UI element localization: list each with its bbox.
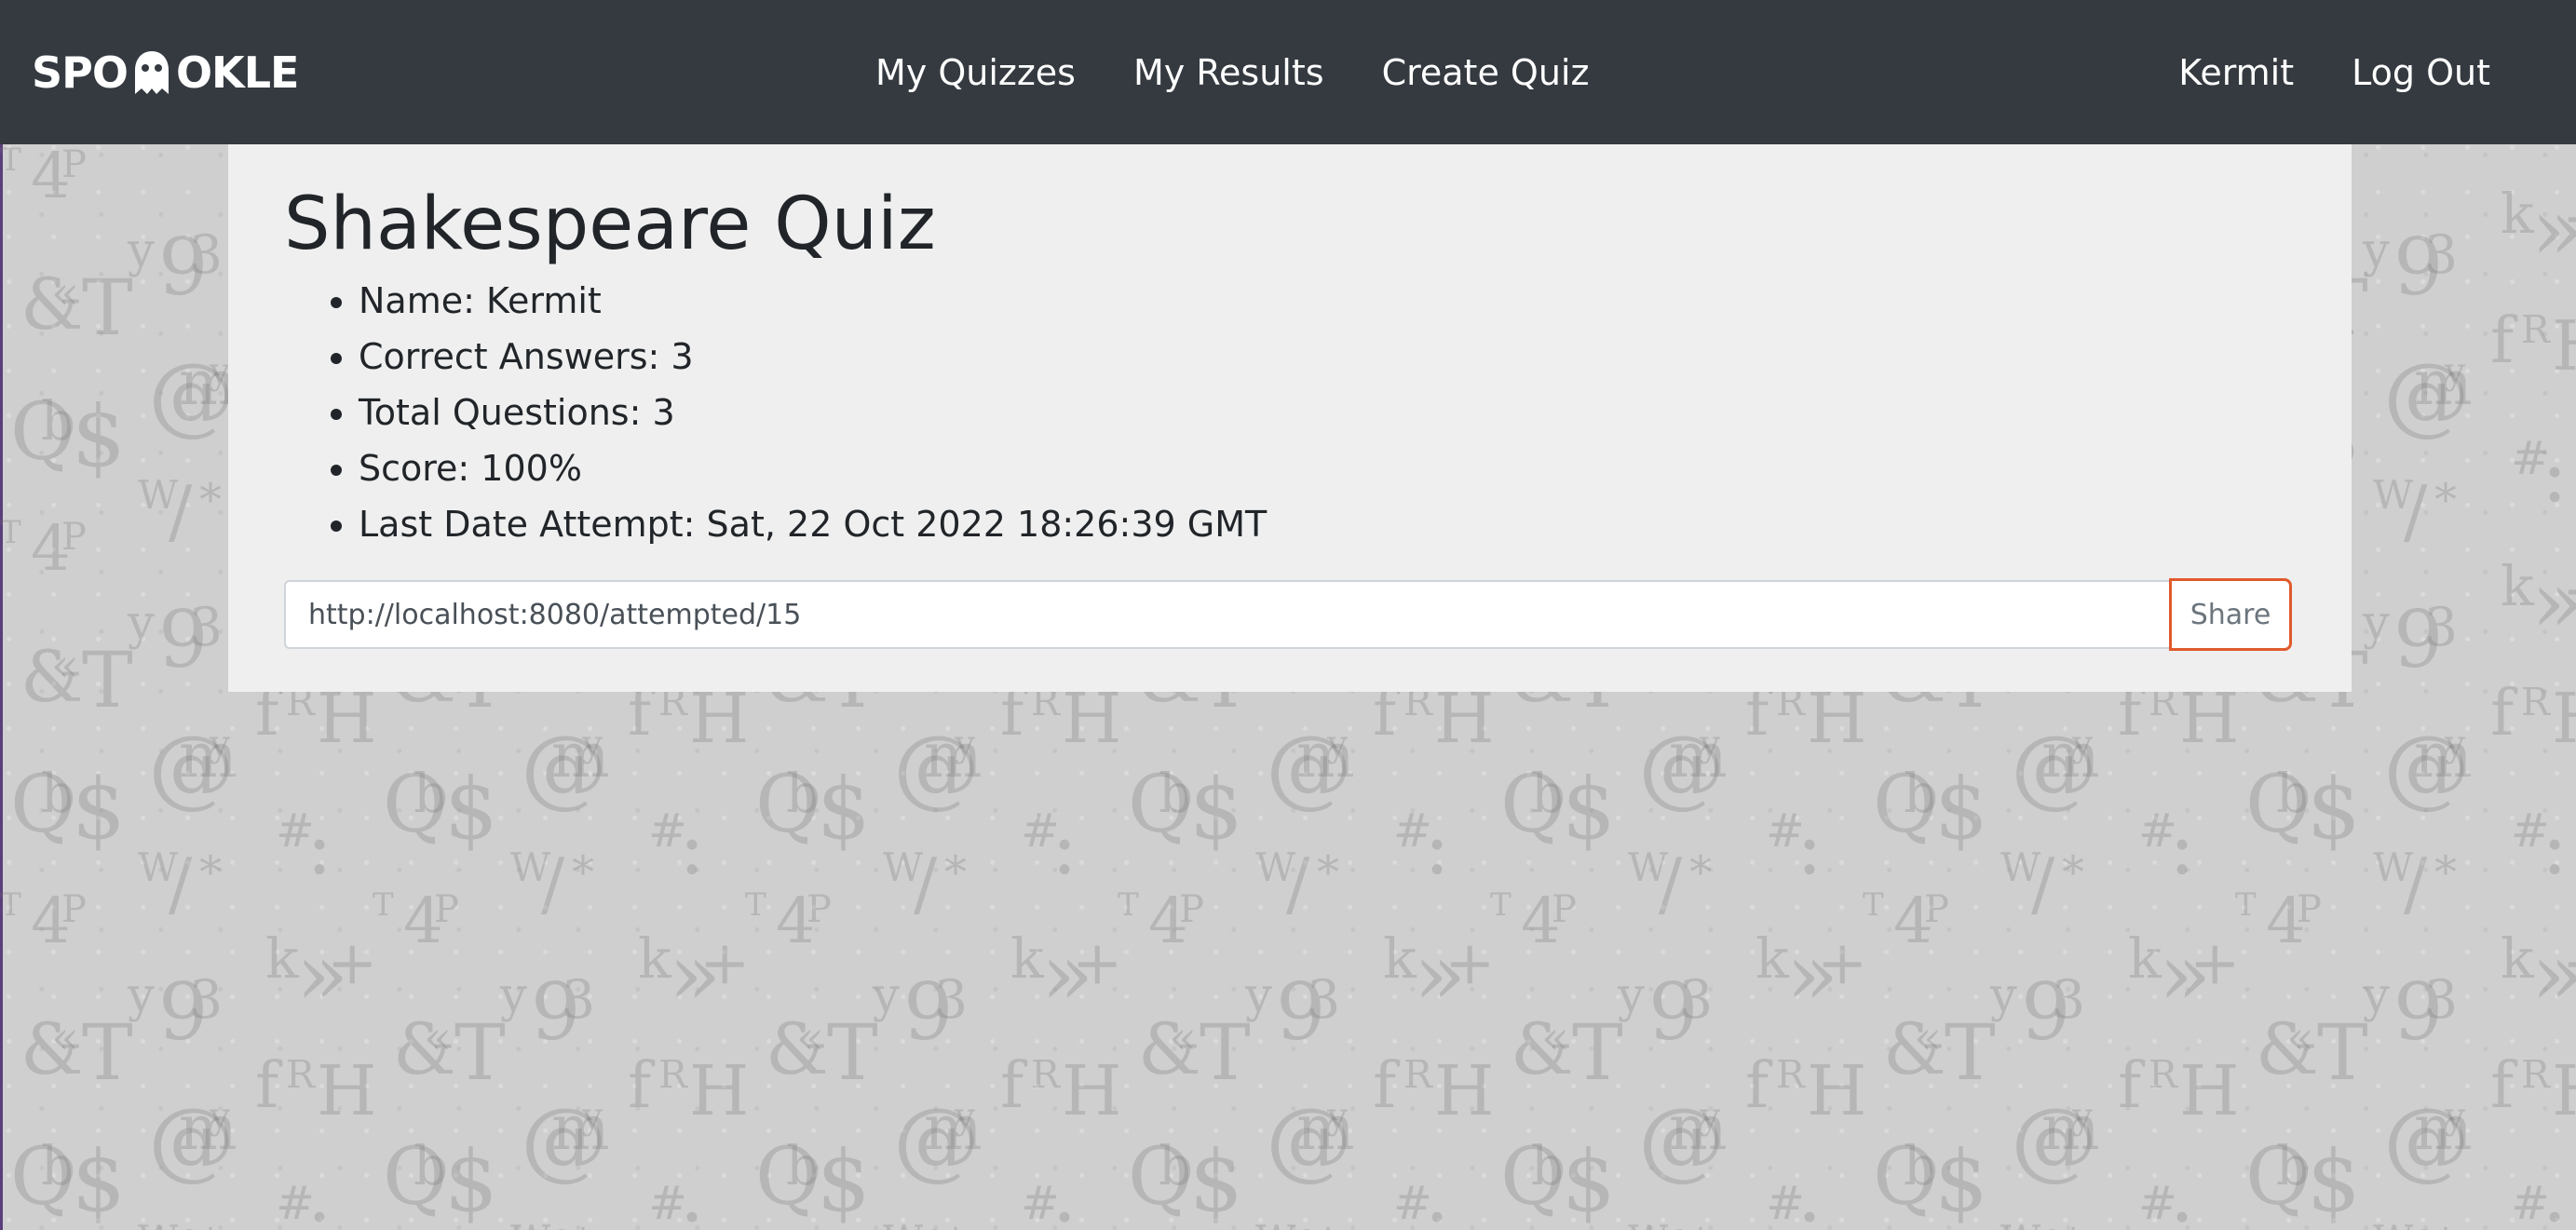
main-nav: My Quizzes My Results Create Quiz [875,47,1589,99]
user-nav: Kermit Log Out [2178,47,2490,99]
nav-log-out[interactable]: Log Out [2352,47,2490,99]
logo-text-left: SPO [32,47,129,98]
ghost-icon [134,51,169,94]
nav-create-quiz[interactable]: Create Quiz [1382,47,1590,99]
detail-correct-answers: Correct Answers: 3 [359,329,1267,385]
window-edge [0,0,3,1230]
share-url-input[interactable] [284,580,2171,649]
nav-my-quizzes[interactable]: My Quizzes [875,47,1076,99]
nav-username[interactable]: Kermit [2178,47,2294,99]
detail-name: Name: Kermit [359,273,1267,329]
detail-last-attempt: Last Date Attempt: Sat, 22 Oct 2022 18:2… [359,496,1267,552]
share-row: Share [284,578,2296,651]
detail-total-questions: Total Questions: 3 [359,385,1267,440]
navbar: SPO OKLE My Quizzes My Results Create Qu… [0,0,2576,144]
page-title: Shakespeare Quiz [284,182,936,266]
result-card: Shakespeare Quiz Name: Kermit Correct An… [228,144,2352,692]
nav-my-results[interactable]: My Results [1133,47,1324,99]
share-button[interactable]: Share [2169,578,2292,651]
detail-score: Score: 100% [359,440,1267,496]
brand-logo[interactable]: SPO OKLE [32,45,299,101]
logo-text-right: OKLE [175,47,299,98]
result-details-list: Name: Kermit Correct Answers: 3 Total Qu… [284,273,1267,552]
